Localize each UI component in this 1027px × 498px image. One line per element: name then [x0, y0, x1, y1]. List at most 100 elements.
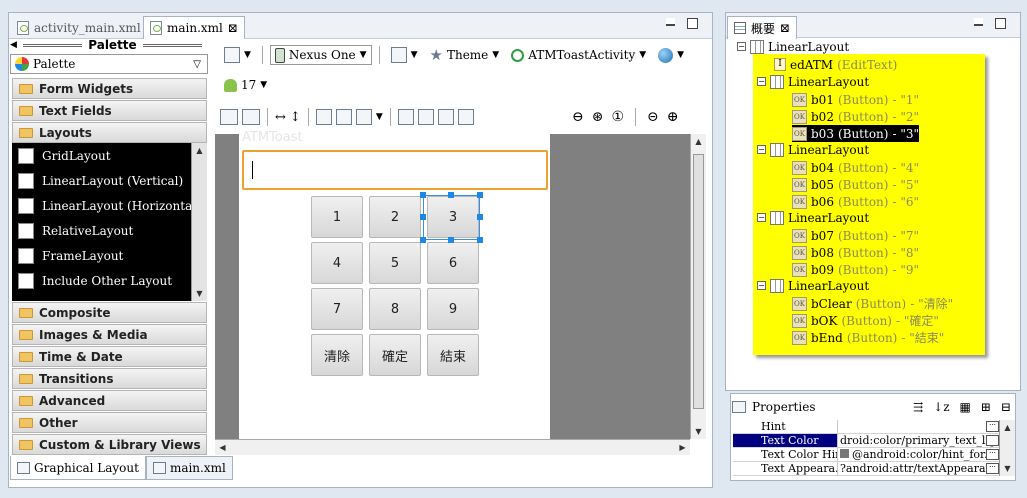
config-chooser-button[interactable]: ▼: [220, 45, 255, 65]
resize-handle[interactable]: [477, 237, 483, 243]
tree-node-b05[interactable]: OK b05 (Button) - "5": [792, 176, 919, 193]
category-custom-library[interactable]: Custom & Library Views: [12, 434, 207, 455]
collapse-icon[interactable]: −: [757, 77, 766, 86]
weights-icon[interactable]: [417, 109, 434, 125]
close-icon[interactable]: ⊠: [228, 21, 238, 35]
api-level-dropdown[interactable]: 17 ▼: [220, 75, 271, 95]
maximize-icon[interactable]: [687, 18, 698, 29]
scroll-down-icon[interactable]: ▼: [691, 424, 706, 439]
property-row[interactable]: Hint ···: [733, 420, 999, 434]
tree-node-b01[interactable]: OK b01 (Button) - "1": [792, 91, 919, 108]
category-layouts[interactable]: Layouts: [12, 122, 207, 143]
browse-button[interactable]: ···: [986, 435, 999, 446]
tree-node-root[interactable]: − LinearLayout: [737, 38, 849, 55]
device-dropdown[interactable]: Nexus One ▼: [269, 45, 372, 65]
key-button-6[interactable]: 6: [427, 242, 479, 284]
category-images-media[interactable]: Images & Media: [12, 324, 207, 345]
tree-node-bclear[interactable]: OK bClear (Button) - "清除": [792, 295, 953, 312]
zoom-real-size-icon[interactable]: ⊖: [572, 109, 584, 125]
margins-icon[interactable]: [335, 109, 352, 125]
category-composite[interactable]: Composite: [12, 302, 207, 323]
collapse-all-icon[interactable]: ⊟: [1001, 400, 1011, 414]
key-button-end[interactable]: 結束: [427, 334, 479, 376]
minimize-icon[interactable]: [974, 18, 983, 26]
gravity-icon[interactable]: [355, 109, 372, 125]
tree-node-b07[interactable]: OK b07 (Button) - "7": [792, 227, 919, 244]
layout-horizontal-icon[interactable]: [220, 109, 238, 125]
property-row[interactable]: Text Color droid:color/primary_text_light…: [733, 434, 999, 448]
expand-icon[interactable]: ⊞: [981, 400, 991, 414]
tree-node-b03[interactable]: OK b03 (Button) - "3": [792, 125, 920, 142]
tab-outline[interactable]: 概要 ⊠: [727, 16, 798, 39]
palette-item-include[interactable]: Include Other Layout: [12, 268, 207, 293]
resize-handle[interactable]: [420, 214, 426, 220]
scroll-up-icon[interactable]: ▲: [1000, 420, 1015, 435]
tree-node-linearlayout[interactable]: − LinearLayout: [757, 73, 869, 90]
maximize-icon[interactable]: [995, 18, 1006, 29]
tree-node-b06[interactable]: OK b06 (Button) - "6": [792, 193, 919, 210]
category-time-date[interactable]: Time & Date: [12, 346, 207, 367]
palette-item-framelayout[interactable]: FrameLayout: [12, 243, 207, 268]
tree-node-bend[interactable]: OK bEnd (Button) - "結束": [792, 329, 944, 346]
tree-node-b02[interactable]: OK b02 (Button) - "2": [792, 108, 919, 125]
theme-dropdown[interactable]: ★ Theme ▼: [426, 45, 504, 65]
minimize-icon[interactable]: [666, 18, 675, 26]
palette-item-linear-horizontal[interactable]: LinearLayout (Horizontal): [12, 193, 207, 218]
sort-alpha-icon[interactable]: ↓z: [933, 400, 949, 414]
property-value-wrap[interactable]: @android:color/hint_for...: [838, 448, 999, 461]
resize-handle[interactable]: [420, 192, 426, 198]
chevron-down-icon[interactable]: ▼: [376, 112, 383, 122]
locale-dropdown[interactable]: ▼: [654, 45, 688, 65]
tree-node-linearlayout[interactable]: − LinearLayout: [757, 141, 869, 158]
palette-item-linear-vertical[interactable]: LinearLayout (Vertical): [12, 168, 207, 193]
baseline-icon[interactable]: [315, 109, 332, 125]
tab-graphical-layout[interactable]: Graphical Layout: [10, 456, 146, 480]
key-button-8[interactable]: 8: [369, 288, 421, 330]
category-transitions[interactable]: Transitions: [12, 368, 207, 389]
key-button-7[interactable]: 7: [311, 288, 363, 330]
collapse-left-icon[interactable]: ◀: [10, 40, 17, 50]
collapse-icon[interactable]: −: [757, 145, 766, 154]
property-value[interactable]: droid:color/primary_text_light: [838, 434, 999, 447]
key-button-5[interactable]: 5: [369, 242, 421, 284]
key-button-4[interactable]: 4: [311, 242, 363, 284]
scroll-thumb[interactable]: [693, 154, 704, 409]
properties-scrollbar[interactable]: ▲ ▼: [999, 420, 1015, 476]
tree-node-b04[interactable]: OK b04 (Button) - "4": [792, 159, 919, 176]
palette-item-relativelayout[interactable]: RelativeLayout: [12, 218, 207, 243]
width-match-icon[interactable]: ↔: [275, 110, 286, 125]
tree-node-b08[interactable]: OK b08 (Button) - "8": [792, 244, 919, 261]
property-value[interactable]: ?android:attr/textAppearanc...: [838, 462, 999, 475]
scroll-up-icon[interactable]: ▲: [192, 143, 207, 158]
category-other[interactable]: Other: [12, 412, 207, 433]
tree-node-linearlayout[interactable]: − LinearLayout: [757, 277, 869, 294]
resize-handle[interactable]: [477, 214, 483, 220]
distribute-icon[interactable]: [397, 109, 414, 125]
tree-node-b09[interactable]: OK b09 (Button) - "9": [792, 261, 919, 278]
orientation-button[interactable]: ▼: [387, 45, 422, 65]
expand-all-icon[interactable]: ⇶: [913, 400, 923, 414]
height-match-icon[interactable]: ↕: [290, 110, 301, 125]
key-button-1[interactable]: 1: [311, 196, 363, 238]
layout-vertical-icon[interactable]: [242, 109, 260, 125]
scroll-down-icon[interactable]: ▼: [192, 286, 207, 301]
resize-handle[interactable]: [448, 192, 454, 198]
advanced-icon[interactable]: ▦: [960, 400, 971, 414]
activity-dropdown[interactable]: ATMToastActivity ▼: [507, 45, 650, 65]
tree-node-bok[interactable]: OK bOK (Button) - "確定": [792, 312, 939, 329]
tab-activity-main[interactable]: activity_main.xml: [11, 16, 147, 39]
scroll-down-icon[interactable]: ▼: [1000, 461, 1015, 476]
property-row[interactable]: Text Appeara... ?android:attr/textAppeara…: [733, 462, 999, 476]
resize-handle[interactable]: [477, 192, 483, 198]
zoom-actual-icon[interactable]: ①: [611, 109, 624, 125]
zoom-in-icon[interactable]: ⊕: [667, 109, 679, 125]
palette-header[interactable]: ◀ Palette: [10, 37, 208, 53]
atm-edit-text[interactable]: [242, 150, 548, 190]
key-button-9[interactable]: 9: [427, 288, 479, 330]
close-icon[interactable]: ⊠: [780, 21, 790, 35]
assign-weight-icon[interactable]: [437, 109, 454, 125]
key-button-ok[interactable]: 確定: [369, 334, 421, 376]
canvas-horizontal-scrollbar[interactable]: ◀ ▶: [215, 439, 690, 455]
browse-button[interactable]: ···: [986, 463, 999, 474]
key-button-clear[interactable]: 清除: [311, 334, 363, 376]
